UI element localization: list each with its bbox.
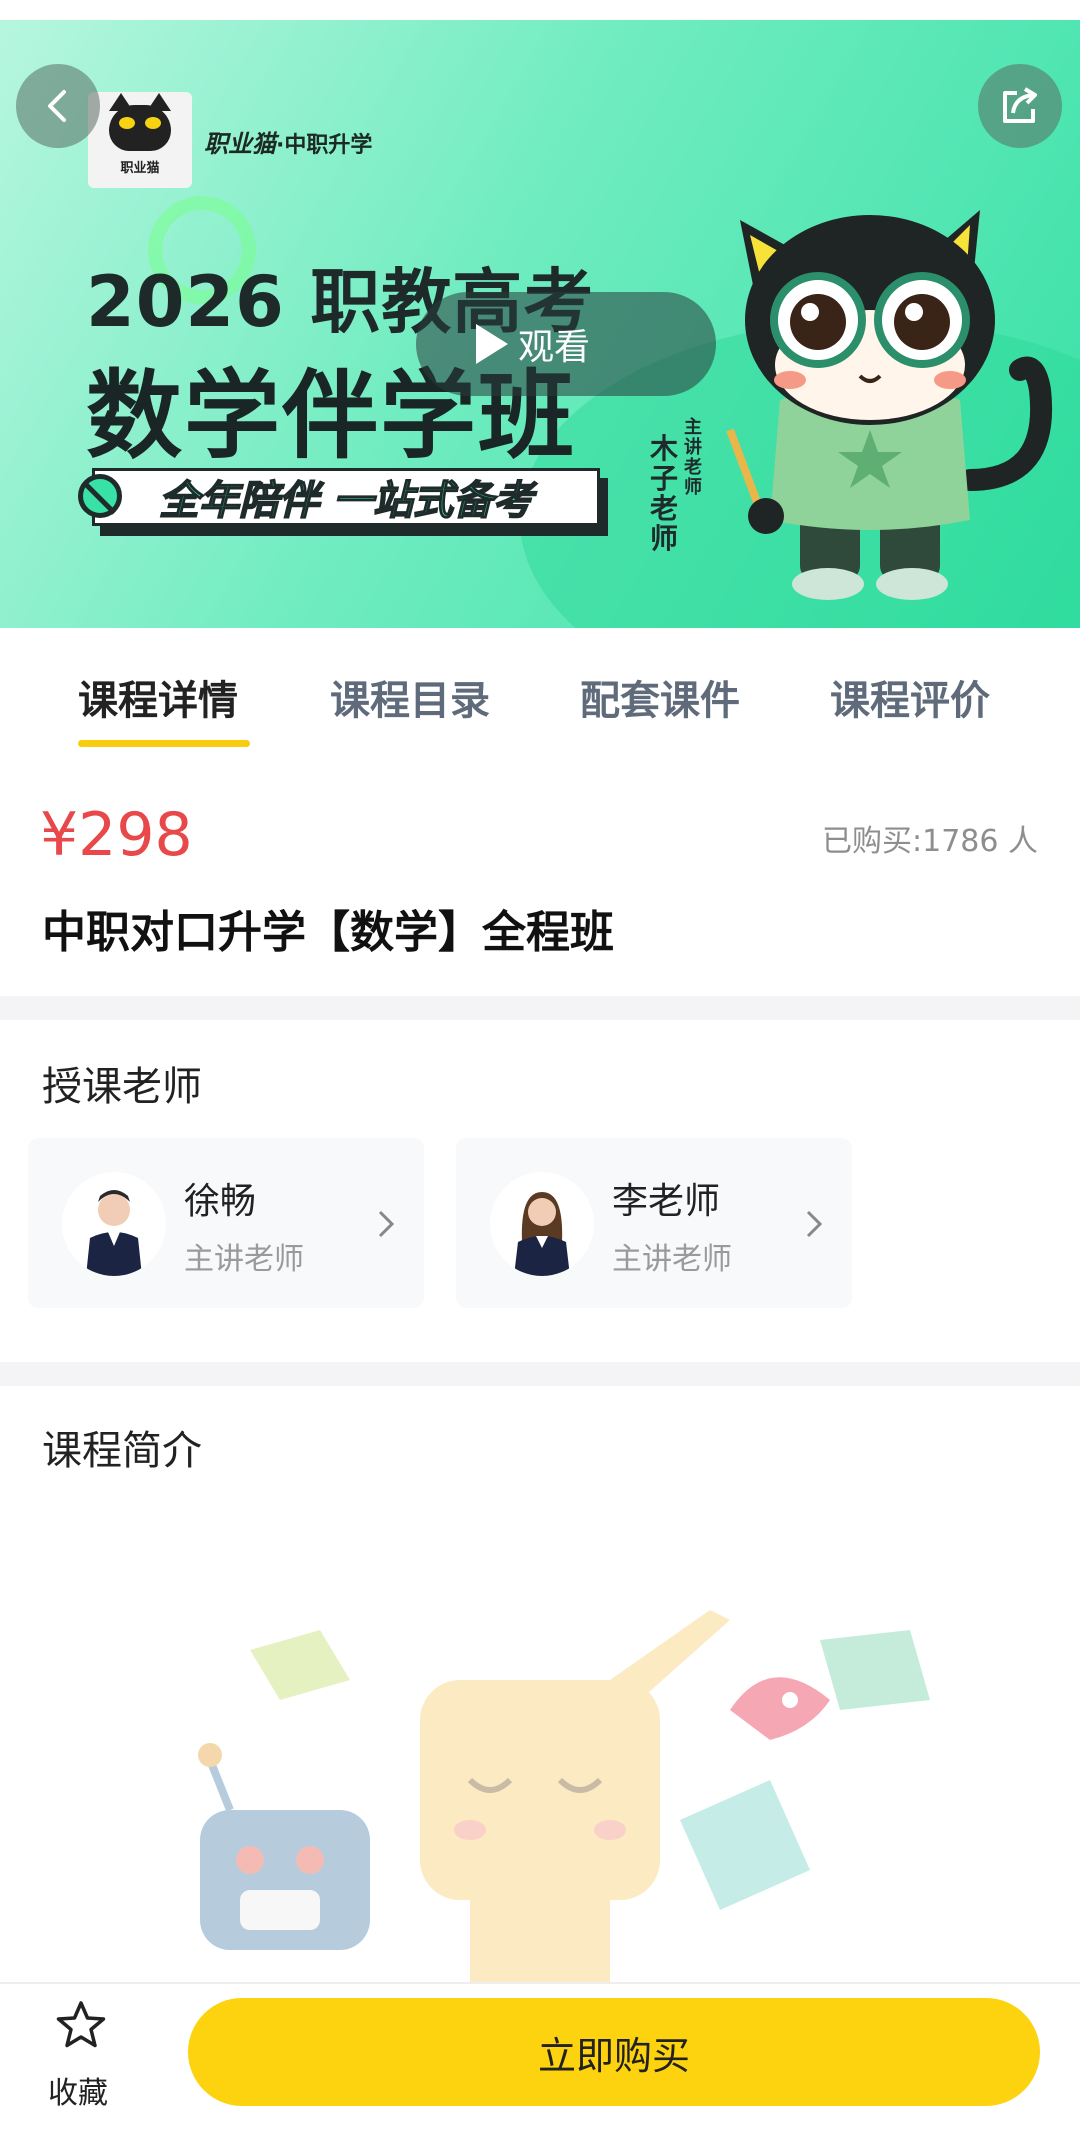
- banner-slogan: 全年陪伴 一站式备考: [78, 468, 612, 536]
- active-tab-indicator: [78, 740, 250, 747]
- purchase-count: 已购买:1786 人: [822, 824, 1038, 859]
- avatar: [62, 1172, 166, 1276]
- course-price: ¥298: [40, 800, 193, 870]
- teacher-card[interactable]: 李老师 主讲老师: [456, 1138, 852, 1308]
- course-title: 中职对口升学【数学】全程班: [42, 907, 614, 958]
- share-icon: [1003, 87, 1037, 123]
- watch-video-button[interactable]: 观看: [416, 292, 716, 396]
- chevron-right-icon: [378, 1210, 395, 1238]
- star-icon: [56, 2001, 106, 2048]
- avatar: [490, 1172, 594, 1276]
- tab-course-reviews[interactable]: 课程评价: [830, 668, 990, 726]
- favorite-label[interactable]: 收藏: [48, 2068, 108, 2112]
- teacher-name: 李老师: [612, 1181, 721, 1222]
- prohibited-icon: [78, 474, 122, 518]
- teachers-section-title: 授课老师: [42, 1064, 202, 1110]
- tab-course-catalog[interactable]: 课程目录: [330, 668, 490, 726]
- cat-mascot-illustration: [726, 210, 1053, 600]
- tab-course-details[interactable]: 课程详情: [78, 668, 238, 726]
- tab-course-materials[interactable]: 配套课件: [580, 668, 740, 726]
- teacher-name: 徐畅: [184, 1181, 257, 1222]
- brand-name: 职业猫·中职升学: [204, 124, 372, 159]
- brand-name-main: 职业猫: [204, 130, 276, 158]
- teacher-card[interactable]: 徐畅 主讲老师: [28, 1138, 424, 1308]
- chevron-right-icon: [806, 1210, 823, 1238]
- play-icon: [476, 324, 508, 364]
- buy-now-button[interactable]: 立即购买: [188, 1998, 1040, 2106]
- brand-name-sub: ·中职升学: [276, 133, 373, 158]
- slogan-text: 全年陪伴 一站式备考: [92, 468, 600, 526]
- back-icon: [48, 90, 66, 122]
- banner-teacher-label: 木子老师 主讲老师: [650, 418, 722, 558]
- banner-teacher-name: 木子老师: [650, 432, 679, 555]
- brand-logo: 职业猫: [88, 92, 192, 188]
- banner-teacher-role: 主讲老师: [684, 417, 702, 498]
- section-divider: [0, 1362, 1080, 1386]
- teacher-role: 主讲老师: [184, 1242, 304, 1277]
- watch-label: 观看: [518, 327, 591, 368]
- teacher-role: 主讲老师: [612, 1242, 732, 1277]
- section-divider: [0, 996, 1080, 1020]
- course-banner[interactable]: 职业猫 职业猫·中职升学 2026 职教高考 数学伴学班 全年陪伴 一站式备考 …: [0, 20, 1080, 628]
- course-tabs: 课程详情 课程目录 配套课件 课程评价: [0, 628, 1080, 756]
- cat-logo-icon: [109, 92, 171, 151]
- share-button[interactable]: [978, 64, 1062, 148]
- intro-section-title: 课程简介: [42, 1428, 202, 1474]
- course-intro-illustration: [198, 1610, 930, 1990]
- back-button[interactable]: [16, 64, 100, 148]
- bottom-action-bar: 收藏 立即购买: [0, 1982, 1080, 2132]
- favorite-button[interactable]: [46, 1998, 116, 2058]
- logo-text: 职业猫: [120, 160, 160, 176]
